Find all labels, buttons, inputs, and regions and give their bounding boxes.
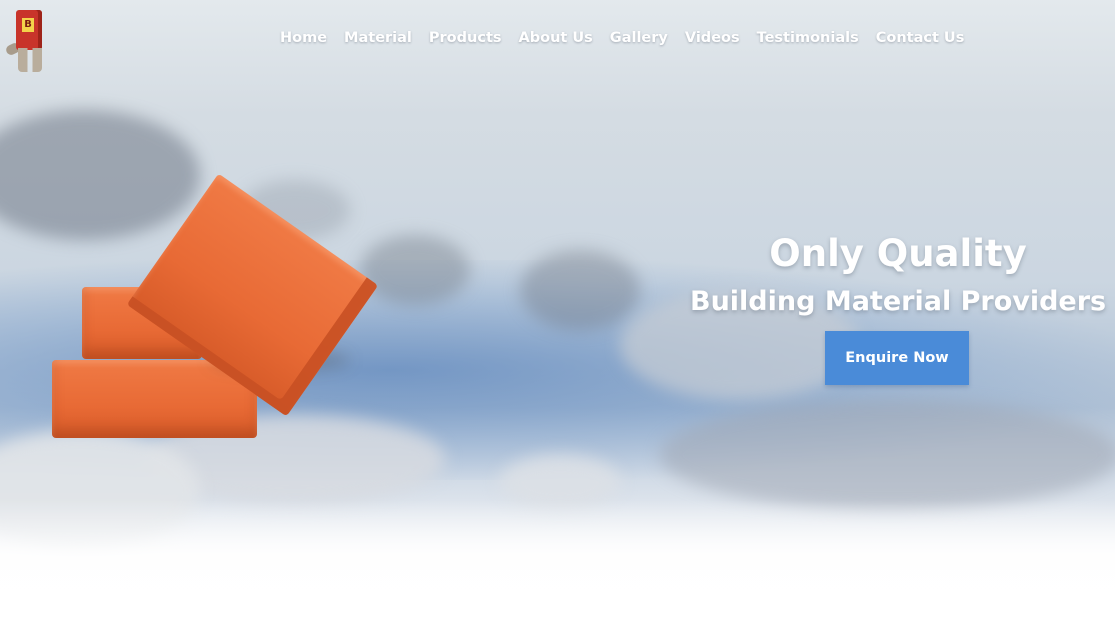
cloud bbox=[660, 400, 1115, 510]
bottom-fade bbox=[0, 500, 1115, 627]
hero-subline: Building Material Providers bbox=[690, 286, 1107, 317]
nav-item-videos[interactable]: Videos bbox=[685, 30, 740, 46]
nav-item-products[interactable]: Products bbox=[429, 30, 502, 46]
cloud bbox=[360, 235, 470, 305]
cloud bbox=[0, 110, 200, 240]
nav-item-gallery[interactable]: Gallery bbox=[610, 30, 668, 46]
nav-item-about-us[interactable]: About Us bbox=[519, 30, 593, 46]
logo-tag: B bbox=[22, 18, 34, 32]
site-logo[interactable]: B bbox=[4, 8, 50, 74]
cloud bbox=[520, 250, 640, 330]
hero-section: B Home Material Products About Us Galler… bbox=[0, 0, 1115, 627]
hero-text: Only Quality Building Material Providers bbox=[690, 228, 1106, 324]
nav-item-contact-us[interactable]: Contact Us bbox=[876, 30, 965, 46]
nav-item-testimonials[interactable]: Testimonials bbox=[757, 30, 859, 46]
nav-item-material[interactable]: Material bbox=[344, 30, 412, 46]
logo-legs bbox=[18, 48, 42, 72]
nav-item-home[interactable]: Home bbox=[280, 30, 327, 46]
enquire-now-button[interactable]: Enquire Now bbox=[825, 331, 969, 385]
main-nav: Home Material Products About Us Gallery … bbox=[280, 30, 964, 46]
hero-headline: Only Quality bbox=[769, 232, 1027, 275]
